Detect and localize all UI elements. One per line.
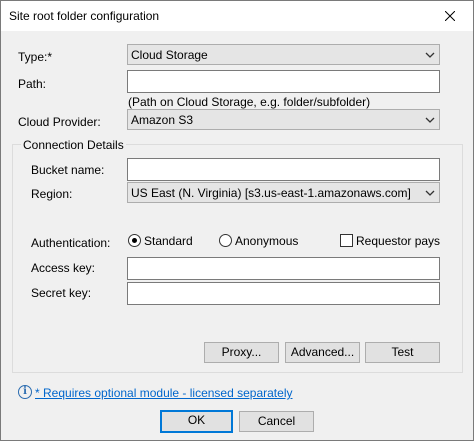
chevron-down-icon	[425, 52, 435, 58]
auth-standard-option[interactable]: Standard	[128, 233, 218, 249]
connection-details-title: Connection Details	[21, 138, 126, 152]
type-label: Type:*	[18, 50, 53, 64]
provider-label: Cloud Provider:	[18, 115, 101, 129]
type-select[interactable]: Cloud Storage	[127, 44, 440, 65]
bucket-label: Bucket name:	[31, 163, 105, 177]
cancel-button[interactable]: Cancel	[239, 411, 314, 432]
region-label: Region:	[31, 187, 73, 201]
secret-key-input[interactable]	[127, 282, 440, 305]
ok-button[interactable]: OK	[160, 410, 233, 433]
region-select[interactable]: US East (N. Virginia) [s3.us-east-1.amaz…	[127, 182, 440, 203]
access-key-label: Access key:	[31, 261, 96, 275]
dialog-title: Site root folder configuration	[9, 9, 160, 23]
test-button[interactable]: Test	[365, 342, 440, 363]
path-hint: (Path on Cloud Storage, e.g. folder/subf…	[128, 95, 371, 109]
requestor-pays-checkbox[interactable]	[340, 234, 353, 247]
close-button[interactable]	[427, 1, 473, 31]
auth-standard-radio[interactable]	[128, 234, 141, 247]
chevron-down-icon	[425, 190, 435, 196]
advanced-button[interactable]: Advanced...	[285, 342, 360, 363]
title-bar: Site root folder configuration	[1, 1, 473, 31]
access-key-input[interactable]	[127, 257, 440, 280]
auth-anonymous-radio[interactable]	[219, 234, 232, 247]
chevron-down-icon	[425, 117, 435, 123]
requestor-pays-label: Requestor pays	[356, 234, 441, 248]
close-icon	[445, 11, 455, 21]
dialog-window: Site root folder configuration Type:* Cl…	[0, 0, 474, 441]
path-label: Path:	[18, 77, 47, 91]
info-icon: i	[18, 385, 32, 399]
requestor-pays-option[interactable]: Requestor pays	[340, 233, 440, 249]
path-input[interactable]	[127, 70, 440, 93]
secret-key-label: Secret key:	[31, 286, 92, 300]
provider-select-value: Amazon S3	[131, 113, 194, 127]
type-select-value: Cloud Storage	[131, 48, 208, 62]
bucket-input[interactable]	[127, 158, 440, 181]
auth-label: Authentication:	[31, 236, 111, 250]
region-select-value: US East (N. Virginia) [s3.us-east-1.amaz…	[131, 186, 411, 200]
auth-anonymous-option[interactable]: Anonymous	[219, 233, 319, 249]
provider-select[interactable]: Amazon S3	[127, 109, 440, 130]
proxy-button[interactable]: Proxy...	[204, 342, 279, 363]
auth-anonymous-label: Anonymous	[235, 234, 299, 248]
auth-standard-label: Standard	[144, 234, 193, 248]
optional-module-link[interactable]: * Requires optional module - licensed se…	[35, 386, 292, 400]
